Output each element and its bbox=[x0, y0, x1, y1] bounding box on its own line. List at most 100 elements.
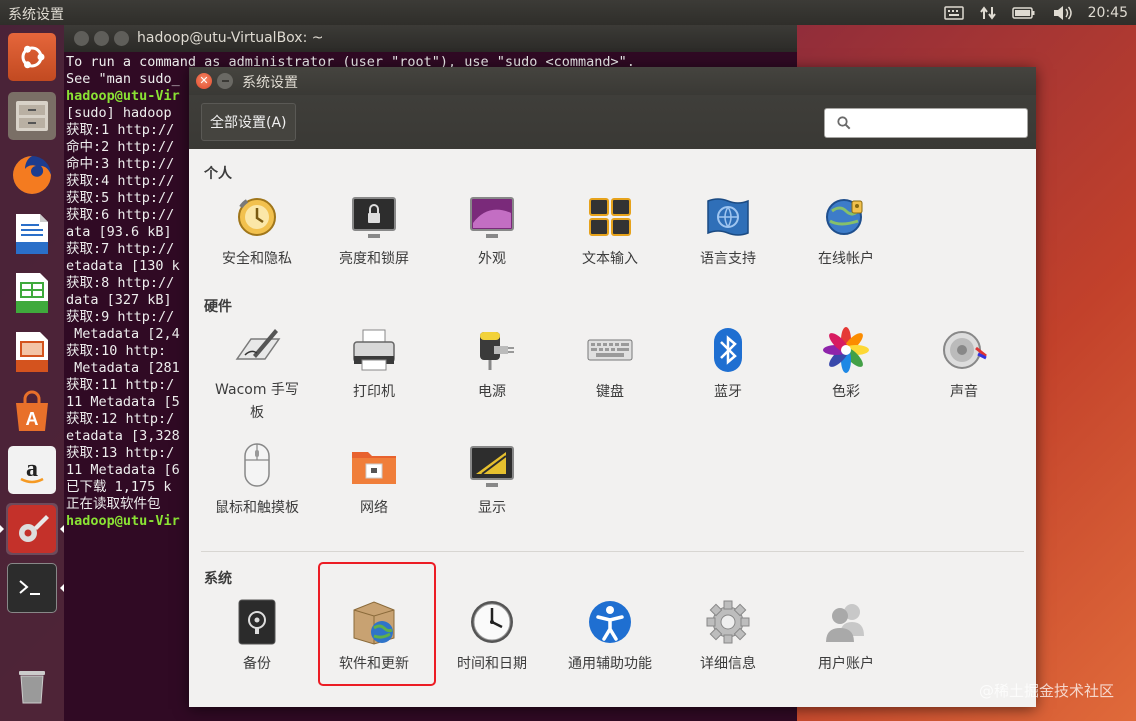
amazon-icon: a bbox=[8, 446, 56, 494]
terminal-icon bbox=[7, 563, 57, 613]
display-icon bbox=[467, 441, 517, 491]
search-box[interactable] bbox=[824, 108, 1028, 138]
section-title-system: 系统 bbox=[204, 571, 232, 587]
launcher-software-center[interactable]: A bbox=[6, 385, 58, 437]
settings-item-user-accounts[interactable]: 用户账户 bbox=[788, 594, 904, 694]
settings-item-language-support[interactable]: 语言支持 bbox=[670, 189, 786, 289]
settings-item-time-date[interactable]: 时间和日期 bbox=[434, 594, 550, 694]
volume-icon[interactable] bbox=[1052, 5, 1072, 21]
active-app-title: 系统设置 bbox=[8, 7, 64, 23]
launcher-amazon[interactable]: a bbox=[6, 444, 58, 496]
language-support-icon bbox=[703, 192, 753, 242]
all-settings-button[interactable]: 全部设置(A) bbox=[201, 103, 296, 141]
section-title-personal: 个人 bbox=[204, 166, 232, 182]
keyboard-icon bbox=[585, 325, 635, 375]
settings-item-brightness-lock[interactable]: 亮度和锁屏 bbox=[316, 189, 432, 289]
svg-text:A: A bbox=[26, 409, 39, 429]
color-icon bbox=[821, 325, 871, 375]
launcher-terminal[interactable] bbox=[6, 562, 64, 614]
brightness-lock-icon bbox=[349, 192, 399, 242]
settings-item-power[interactable]: 电源 bbox=[434, 322, 550, 422]
launcher-system-settings[interactable] bbox=[0, 503, 64, 555]
terminal-minimize-button[interactable] bbox=[94, 31, 109, 46]
settings-item-label: 电源 bbox=[478, 384, 506, 400]
power-icon bbox=[467, 325, 517, 375]
sound-icon bbox=[939, 325, 989, 375]
text-entry-icon bbox=[585, 192, 635, 242]
clock[interactable]: 20:45 bbox=[1088, 5, 1128, 21]
settings-item-appearance[interactable]: 外观 bbox=[434, 189, 550, 289]
backup-icon bbox=[232, 597, 282, 647]
terminal-close-button[interactable] bbox=[74, 31, 89, 46]
terminal-maximize-button[interactable] bbox=[114, 31, 129, 46]
settings-item-security-privacy[interactable]: 安全和隐私 bbox=[199, 189, 315, 289]
appearance-icon bbox=[467, 192, 517, 242]
launcher-files[interactable] bbox=[6, 90, 58, 142]
settings-item-wacom-tablet[interactable]: Wacom 手写板 bbox=[199, 322, 315, 422]
settings-item-label: 用户账户 bbox=[818, 656, 874, 672]
launcher-firefox[interactable] bbox=[6, 149, 58, 201]
settings-item-keyboard[interactable]: 键盘 bbox=[552, 322, 668, 422]
settings-item-label: 通用辅助功能 bbox=[568, 656, 652, 672]
keyboard-icon[interactable] bbox=[943, 6, 964, 20]
settings-minimize-button[interactable] bbox=[217, 73, 233, 89]
terminal-titlebar[interactable]: hadoop@utu-VirtualBox: ~ bbox=[64, 25, 797, 52]
settings-item-label: 安全和隐私 bbox=[222, 251, 292, 267]
settings-titlebar[interactable]: ✕ 系统设置 bbox=[189, 67, 1036, 95]
details-icon bbox=[703, 597, 753, 647]
calc-icon bbox=[8, 269, 56, 317]
settings-item-details[interactable]: 详细信息 bbox=[670, 594, 786, 694]
launcher-dash[interactable] bbox=[6, 31, 58, 83]
settings-item-label: 色彩 bbox=[832, 384, 860, 400]
launcher: A a bbox=[0, 25, 64, 721]
settings-item-color[interactable]: 色彩 bbox=[788, 322, 904, 422]
search-input[interactable] bbox=[859, 113, 1023, 135]
system-settings-icon bbox=[8, 505, 56, 553]
settings-item-label: 外观 bbox=[478, 251, 506, 267]
launcher-writer[interactable] bbox=[6, 208, 58, 260]
section-title-hardware: 硬件 bbox=[204, 299, 232, 315]
settings-item-universal-access[interactable]: 通用辅助功能 bbox=[552, 594, 668, 694]
settings-item-label: 网络 bbox=[360, 500, 388, 516]
online-accounts-icon bbox=[821, 192, 871, 242]
settings-item-label: 语言支持 bbox=[700, 251, 756, 267]
bluetooth-icon bbox=[703, 325, 753, 375]
launcher-impress[interactable] bbox=[6, 326, 58, 378]
settings-item-label: 详细信息 bbox=[700, 656, 756, 672]
settings-item-bluetooth[interactable]: 蓝牙 bbox=[670, 322, 786, 422]
settings-close-button[interactable]: ✕ bbox=[196, 73, 212, 89]
network-icon bbox=[349, 441, 399, 491]
top-panel: 系统设置 20:45 bbox=[0, 0, 1136, 25]
settings-item-text-entry[interactable]: 文本输入 bbox=[552, 189, 668, 289]
settings-item-printer[interactable]: 打印机 bbox=[316, 322, 432, 422]
svg-text:a: a bbox=[26, 456, 38, 482]
settings-item-mouse-touchpad[interactable]: 鼠标和触摸板 bbox=[199, 438, 315, 538]
security-privacy-icon bbox=[232, 192, 282, 242]
settings-item-label: 蓝牙 bbox=[714, 384, 742, 400]
battery-icon[interactable] bbox=[1011, 6, 1036, 20]
settings-item-label: 声音 bbox=[950, 384, 978, 400]
settings-item-online-accounts[interactable]: 在线帐户 bbox=[788, 189, 904, 289]
launcher-calc[interactable] bbox=[6, 267, 58, 319]
user-accounts-icon bbox=[821, 597, 871, 647]
impress-icon bbox=[8, 328, 56, 376]
settings-item-backup[interactable]: 备份 bbox=[199, 594, 315, 694]
trash-icon bbox=[8, 662, 56, 710]
settings-item-sound[interactable]: 声音 bbox=[906, 322, 1022, 422]
watermark: @稀土掘金技术社区 bbox=[978, 682, 1114, 700]
settings-item-label: Wacom 手写板 bbox=[215, 382, 299, 421]
files-icon bbox=[8, 92, 56, 140]
terminal-title: hadoop@utu-VirtualBox: ~ bbox=[137, 30, 324, 46]
wacom-tablet-icon bbox=[232, 325, 282, 373]
settings-item-display[interactable]: 显示 bbox=[434, 438, 550, 538]
settings-item-label: 时间和日期 bbox=[457, 656, 527, 672]
settings-item-label: 在线帐户 bbox=[818, 251, 874, 267]
settings-item-network[interactable]: 网络 bbox=[316, 438, 432, 538]
launcher-trash[interactable] bbox=[6, 660, 58, 712]
settings-item-label: 打印机 bbox=[353, 384, 395, 400]
network-updown-icon[interactable] bbox=[979, 5, 996, 21]
writer-icon bbox=[8, 210, 56, 258]
firefox-icon bbox=[8, 151, 56, 199]
settings-item-label: 亮度和锁屏 bbox=[339, 251, 409, 267]
settings-item-label: 文本输入 bbox=[582, 251, 638, 267]
